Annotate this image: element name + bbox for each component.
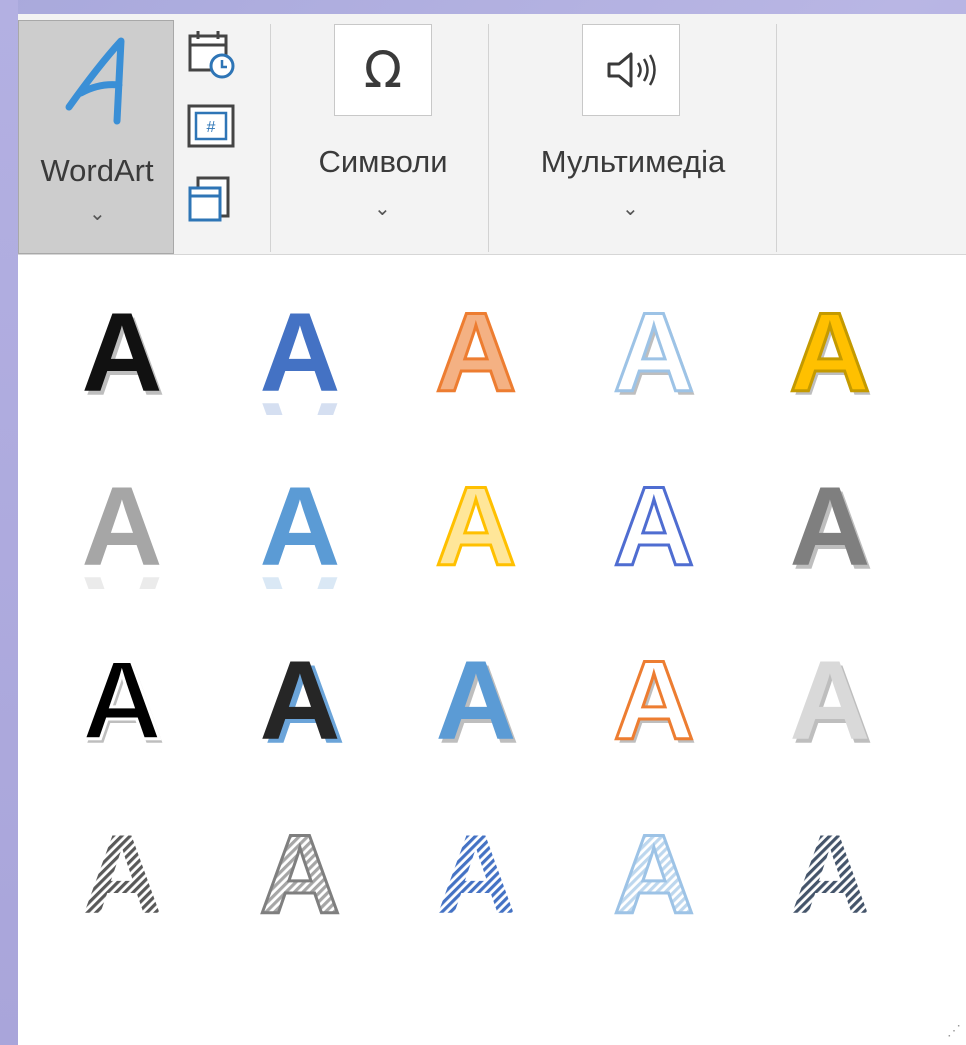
wordart-style-pattern-lightblue-stripes[interactable]: A [594,817,714,937]
ribbon-insert-group: WordArt ⌄ # Ω Символи ⌄ Мультимедіа ⌄ [18,14,966,255]
wordart-style-fill-gray-3d[interactable]: AA [770,469,890,589]
svg-text:#: # [207,119,216,136]
wordart-button[interactable]: WordArt ⌄ [18,20,174,254]
wordart-style-fill-blue-reflection[interactable]: AA [240,295,360,415]
wordart-style-fill-darkgray-blue-shadow[interactable]: AA [240,643,360,763]
wordart-style-fill-blue-offset[interactable]: AA [416,643,536,763]
wordart-glyph: A [436,295,517,415]
multimedia-chevron-down-icon: ⌄ [622,198,639,220]
wordart-glyph: A [614,295,695,415]
wordart-style-pattern-navy-stripes[interactable]: A [770,817,890,937]
symbols-chevron-down-icon: ⌄ [374,198,391,220]
wordart-glyph: A [436,643,517,763]
wordart-glyph: A [790,643,871,763]
wordart-style-pattern-dark-stripes[interactable]: A [62,817,182,937]
multimedia-button[interactable] [582,24,680,116]
wordart-glyph: A [82,643,163,763]
slide-background [0,0,18,1045]
wordart-style-fill-blue-gradient-reflection[interactable]: AA [240,469,360,589]
group-separator [776,24,777,252]
wordart-glyph: A [436,817,517,937]
wordart-glyph: A [260,817,341,937]
wordart-glyph: A [790,817,871,937]
wordart-style-pattern-gray-stripes[interactable]: A [240,817,360,937]
group-separator [488,24,489,252]
multimedia-label: Мультимедіа [540,144,726,179]
wordart-glyph: A [436,469,517,589]
wordart-style-fill-yellow-outline[interactable]: A [416,469,536,589]
wordart-style-fill-gray-reflection[interactable]: AA [62,469,182,589]
wordart-style-fill-gold[interactable]: AA [770,295,890,415]
wordart-glyph: A [82,817,163,937]
wordart-a-icon [65,37,125,125]
object-icon[interactable] [184,172,240,228]
wordart-glyph: A [614,643,695,763]
group-separator [270,24,271,252]
omega-icon: Ω [363,41,403,99]
wordart-glyph: A [260,469,341,589]
wordart-gallery: ⋰ AAAAAAAAAAAAAAAAAAAAAAAAAAAAAAAA [18,255,966,1045]
wordart-style-outline-lightblue[interactable]: AA [594,295,714,415]
wordart-chevron-down-icon: ⌄ [89,203,106,225]
wordart-style-fill-silver[interactable]: AA [770,643,890,763]
wordart-style-pattern-blue-dots[interactable]: A [416,817,536,937]
wordart-style-fill-black-outline-shadow[interactable]: AA [62,643,182,763]
wordart-glyph: A [790,469,871,589]
wordart-glyph: A [260,643,341,763]
symbols-label: Символи [318,144,448,179]
wordart-style-outline-purple-blue[interactable]: A [594,469,714,589]
wordart-glyph: A [790,295,871,415]
wordart-style-fill-black-shadow[interactable]: AA [62,295,182,415]
wordart-glyph: A [614,469,695,589]
wordart-glyph: A [82,469,163,589]
symbols-button[interactable]: Ω [334,24,432,116]
wordart-label: WordArt [40,153,154,188]
wordart-glyph: A [260,295,341,415]
wordart-style-outline-orange[interactable]: AA [594,643,714,763]
wordart-glyph: A [614,817,695,937]
wordart-style-fill-orange-bevel[interactable]: A [416,295,536,415]
date-time-icon[interactable] [184,26,240,82]
resize-grip-icon[interactable]: ⋰ [947,1022,962,1039]
wordart-glyph: A [82,295,163,415]
slide-number-icon[interactable]: # [184,100,240,156]
speaker-icon [607,52,656,88]
